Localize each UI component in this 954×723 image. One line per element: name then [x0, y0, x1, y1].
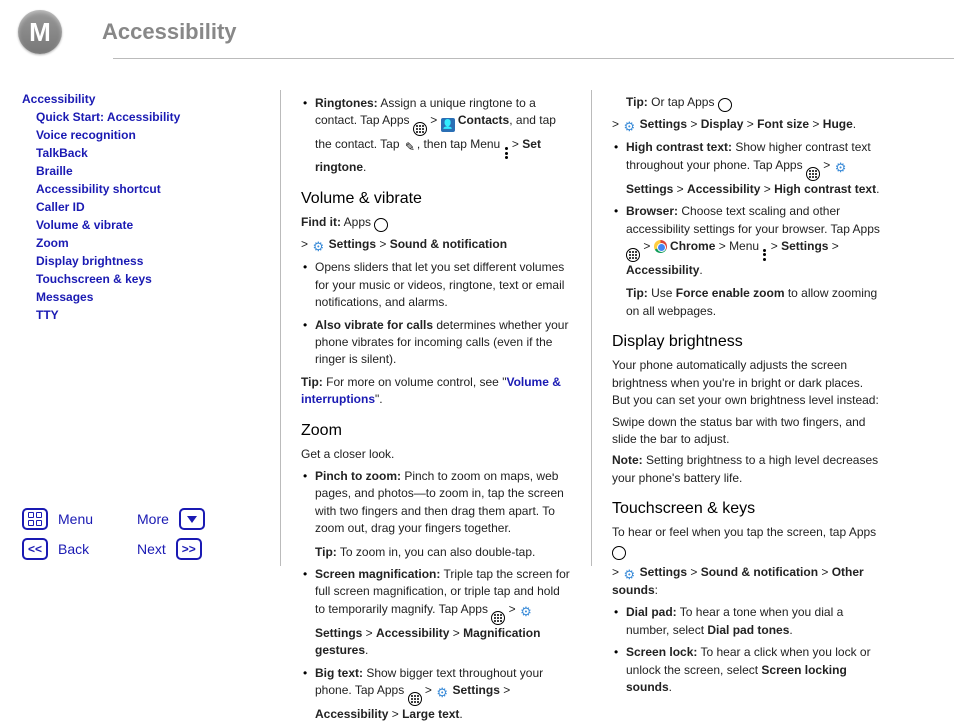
more-button[interactable]: More: [137, 508, 232, 530]
bottom-nav: Menu More << Back Next >>: [22, 508, 268, 560]
apps-icon: [718, 98, 732, 112]
touchscreen-heading: Touchscreen & keys: [612, 497, 882, 520]
nav-item-voice[interactable]: Voice recognition: [36, 126, 268, 144]
next-icon: >>: [176, 538, 202, 560]
nav-item-shortcut[interactable]: Accessibility shortcut: [36, 180, 268, 198]
next-button[interactable]: Next >>: [137, 538, 232, 560]
volume-tip: Tip: For more on volume control, see "Vo…: [301, 374, 571, 409]
volume-vibrate-item: Also vibrate for calls determines whethe…: [301, 317, 571, 369]
dialpad-item: Dial pad: To hear a tone when you dial a…: [612, 604, 882, 639]
volume-heading: Volume & vibrate: [301, 187, 571, 210]
apps-icon: [408, 692, 422, 706]
pencil-icon: [403, 141, 417, 155]
apps-icon: [626, 248, 640, 262]
back-label: Back: [58, 541, 89, 557]
menu-label: Menu: [58, 511, 93, 527]
gear-icon: [519, 605, 533, 619]
ringtones-item: Ringtones: Assign a unique ringtone to a…: [301, 95, 571, 177]
touchscreen-intro: To hear or feel when you tap the screen,…: [612, 524, 882, 559]
nav-item-volume[interactable]: Volume & vibrate: [36, 216, 268, 234]
brightness-p2: Swipe down the status bar with two finge…: [612, 414, 882, 449]
nav-item-talkback[interactable]: TalkBack: [36, 144, 268, 162]
apps-icon: [374, 218, 388, 232]
apps-icon: [806, 167, 820, 181]
volume-findit: Find it: Apps: [301, 214, 571, 232]
logo-letter: M: [29, 17, 51, 48]
zoom-sub: Get a closer look.: [301, 446, 571, 463]
brightness-p1: Your phone automatically adjusts the scr…: [612, 357, 882, 409]
gear-icon: [435, 686, 449, 700]
back-button[interactable]: << Back: [22, 538, 137, 560]
page-title: Accessibility: [102, 19, 237, 45]
big-text-item: Big text: Show bigger text throughout yo…: [301, 665, 571, 723]
nav-item-quickstart[interactable]: Quick Start: Accessibility: [36, 108, 268, 126]
volume-sliders-item: Opens sliders that let you set different…: [301, 259, 571, 311]
back-icon: <<: [22, 538, 48, 560]
screenlock-item: Screen lock: To hear a click when you lo…: [612, 644, 882, 696]
sidebar: Accessibility Quick Start: Accessibility…: [0, 72, 280, 576]
fontsize-tip: Tip: Or tap Apps: [612, 94, 882, 112]
menu-icon: [22, 508, 48, 530]
menu-dots-icon: [505, 147, 508, 159]
nav-item-touchscreen[interactable]: Touchscreen & keys: [36, 270, 268, 288]
apps-icon: [413, 122, 427, 136]
menu-button[interactable]: Menu: [22, 508, 137, 530]
menu-dots-icon: [763, 249, 766, 261]
nav-item-callerid[interactable]: Caller ID: [36, 198, 268, 216]
pinch-zoom-item: Pinch to zoom: Pinch to zoom on maps, we…: [301, 468, 571, 561]
brightness-note: Note: Setting brightness to a high level…: [612, 452, 882, 487]
next-label: Next: [137, 541, 166, 557]
nav-item-tty[interactable]: TTY: [36, 306, 268, 324]
screen-mag-item: Screen magnification: Triple tap the scr…: [301, 566, 571, 660]
zoom-heading: Zoom: [301, 419, 571, 442]
gear-icon: [311, 240, 325, 254]
content-column-1: Ringtones: Assign a unique ringtone to a…: [281, 72, 591, 576]
gear-icon: [622, 568, 636, 582]
motorola-logo: M: [18, 10, 62, 54]
content-column-2: Tip: Or tap Apps > Settings > Display > …: [592, 72, 902, 576]
more-label: More: [137, 511, 169, 527]
nav-item-zoom[interactable]: Zoom: [36, 234, 268, 252]
nav-item-messages[interactable]: Messages: [36, 288, 268, 306]
nav-root[interactable]: Accessibility: [22, 90, 268, 108]
high-contrast-item: High contrast text: Show higher contrast…: [612, 139, 882, 198]
apps-icon: [612, 546, 626, 560]
header-divider: [113, 58, 954, 59]
browser-item: Browser: Choose text scaling and other a…: [612, 203, 882, 320]
more-icon: [179, 508, 205, 530]
brightness-heading: Display brightness: [612, 330, 882, 353]
apps-icon: [491, 611, 505, 625]
nav-item-braille[interactable]: Braille: [36, 162, 268, 180]
nav-item-brightness[interactable]: Display brightness: [36, 252, 268, 270]
contacts-icon: [441, 118, 455, 132]
nav-tree: Accessibility Quick Start: Accessibility…: [22, 90, 268, 324]
gear-icon: [622, 120, 636, 134]
chrome-icon: [654, 240, 667, 253]
gear-icon: [834, 161, 848, 175]
